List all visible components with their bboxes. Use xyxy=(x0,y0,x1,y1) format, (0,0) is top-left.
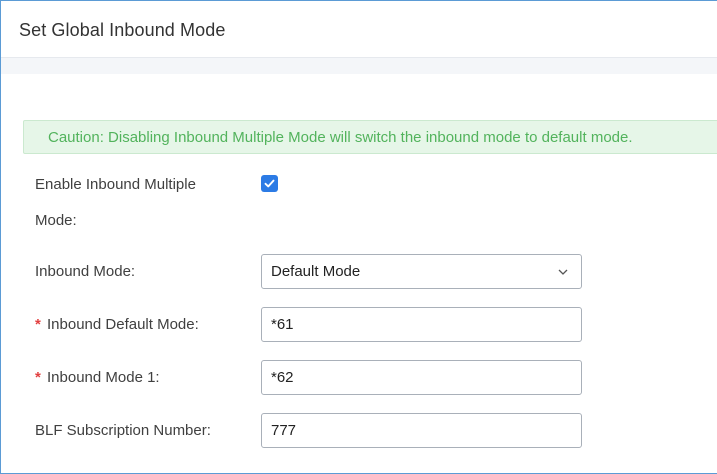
inbound-mode-select[interactable]: Default Mode xyxy=(261,254,582,289)
set-global-inbound-mode-dialog: Set Global Inbound Mode Caution: Disabli… xyxy=(0,0,717,474)
inbound-default-mode-input[interactable]: *61 xyxy=(261,307,582,342)
required-asterisk: * xyxy=(35,316,41,333)
dialog-header: Set Global Inbound Mode xyxy=(1,1,717,58)
blf-subscription-input[interactable]: 777 xyxy=(261,413,582,448)
enable-multiple-label-line2: Mode: xyxy=(35,212,77,229)
chevron-down-icon xyxy=(558,269,568,275)
inbound-mode-1-value: *62 xyxy=(271,369,294,386)
inbound-mode-1-label: Inbound Mode 1: xyxy=(47,369,160,386)
inbound-default-mode-value: *61 xyxy=(271,316,294,333)
blf-subscription-label: BLF Subscription Number: xyxy=(35,422,211,439)
check-icon xyxy=(264,179,275,188)
inbound-mode-selected-value: Default Mode xyxy=(271,263,361,280)
caution-text: Caution: Disabling Inbound Multiple Mode… xyxy=(48,129,633,146)
enable-multiple-label-line1: Enable Inbound Multiple xyxy=(35,176,196,193)
header-divider-bar xyxy=(1,58,717,74)
blf-subscription-value: 777 xyxy=(271,422,297,439)
inbound-default-mode-label: Inbound Default Mode: xyxy=(47,316,199,333)
inbound-mode-1-input[interactable]: *62 xyxy=(261,360,582,395)
enable-inbound-multiple-checkbox[interactable] xyxy=(261,175,278,192)
caution-banner: Caution: Disabling Inbound Multiple Mode… xyxy=(23,120,717,154)
dialog-title: Set Global Inbound Mode xyxy=(19,20,226,40)
inbound-mode-label: Inbound Mode: xyxy=(35,263,136,280)
required-asterisk: * xyxy=(35,369,41,386)
